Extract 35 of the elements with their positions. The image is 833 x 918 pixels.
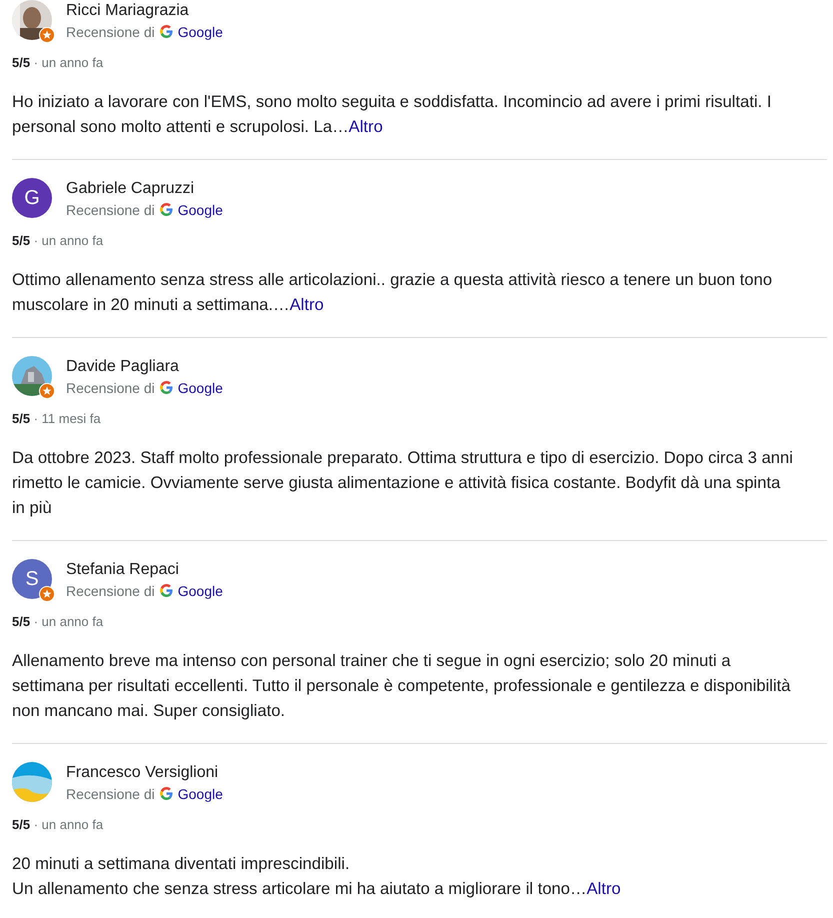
rating-line: 5/5 · 11 mesi fa — [12, 411, 102, 426]
source-link[interactable]: Google — [178, 24, 223, 40]
google-icon — [160, 25, 173, 38]
rating-line: 5/5 · un anno fa — [12, 233, 104, 248]
review-text: Ho iniziato a lavorare con l'EMS, sono molto seguita e soddisfatta. Incomincio ad avere i primi risultati. I personal sono molto attenti e scrupolosi. La…Altro — [12, 91, 772, 138]
rating-line: 5/5 · un anno fa — [12, 614, 104, 629]
more-link[interactable]: Altro — [290, 295, 324, 314]
review-text: 20 minuti a settimana diventati imprescindibili. Un allenamento che senza stress articolare mi ha aiutato a migliorare il tono…Altro — [12, 853, 622, 900]
review-text: Da ottobre 2023. Staff molto professionale preparato. Ottima struttura e tipo di esercizio. Dopo circa 3 anni rimetto le camicie. Ovviamente serve giusta alimentazione e attività fisica costante. Bodyfit dà una spinta in più — [12, 447, 794, 519]
google-icon — [160, 381, 173, 394]
source-label: Recensione di — [66, 786, 155, 802]
author-name[interactable]: Gabriele Capruzzi — [66, 178, 223, 198]
rating-line: 5/5 · un anno fa — [12, 55, 104, 70]
source-link[interactable]: Google — [178, 582, 223, 598]
source-link[interactable]: Google — [178, 380, 223, 396]
source-label: Recensione di — [66, 582, 155, 598]
rating-line: 5/5 · un anno fa — [12, 817, 104, 832]
more-link[interactable]: Altro — [348, 117, 383, 136]
source-link[interactable]: Google — [178, 202, 223, 218]
source-label: Recensione di — [66, 24, 155, 40]
author-name[interactable]: Ricci Mariagrazia — [66, 0, 223, 20]
source-link[interactable]: Google — [178, 786, 223, 802]
avatar[interactable]: G — [12, 178, 52, 218]
google-icon — [160, 203, 173, 216]
google-icon — [160, 584, 173, 597]
author-name[interactable]: Francesco Versiglioni — [66, 762, 223, 782]
review-text: Ottimo allenamento senza stress alle articolazioni.. grazie a questa attività riesco a tenere un buon tono muscolare in 20 minuti a settimana.…Altro — [12, 269, 774, 316]
source-label: Recensione di — [66, 202, 155, 218]
more-link[interactable]: Altro — [586, 879, 621, 898]
author-name[interactable]: Davide Pagliara — [66, 356, 223, 376]
review-text: Allenamento breve ma intenso con personal trainer che ti segue in ogni esercizio; solo 20 minuti a settimana per risultati eccellenti. Tutto il personale è competente, professionale e gentilezza e disponibilità non mancano mai. Super consigliato. — [12, 650, 792, 722]
source-label: Recensione di — [66, 380, 155, 396]
google-icon — [160, 787, 173, 800]
avatar[interactable]: S — [12, 559, 52, 599]
author-name[interactable]: Stefania Repaci — [66, 560, 223, 580]
